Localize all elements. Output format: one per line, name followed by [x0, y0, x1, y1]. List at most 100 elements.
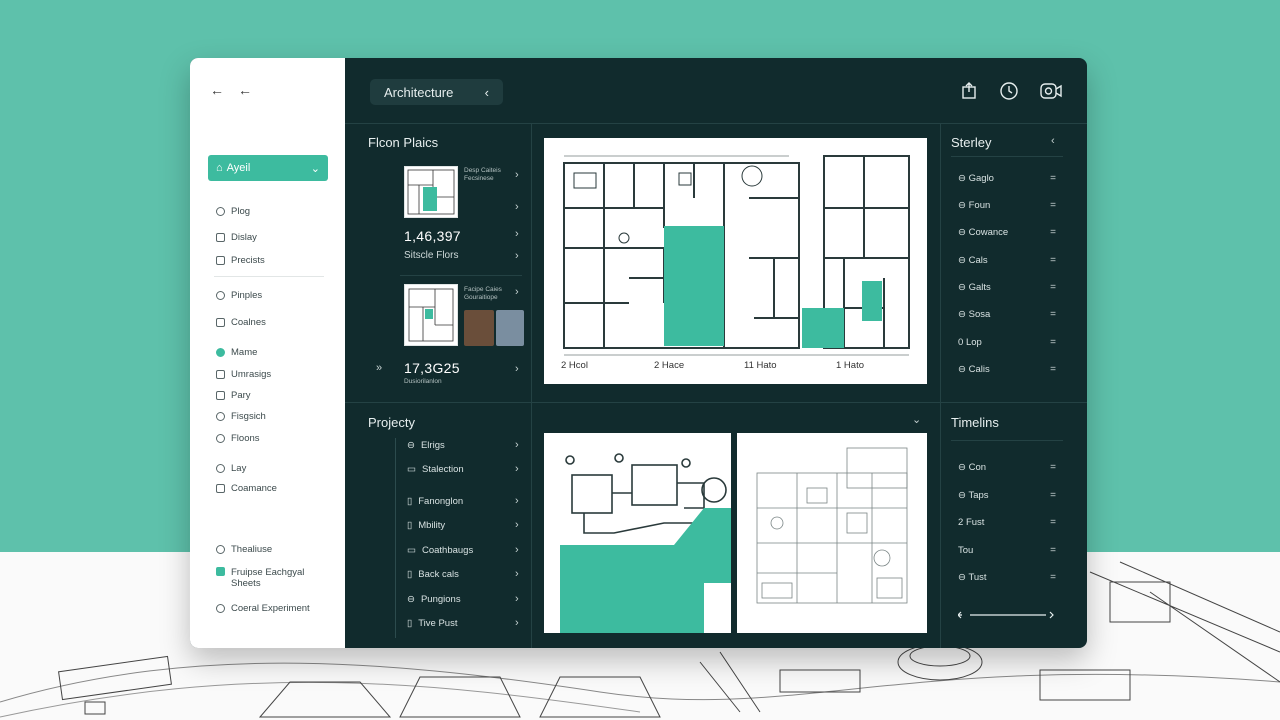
sidebar-item-mame[interactable]: Mame: [216, 347, 257, 358]
sidebar-item-pary[interactable]: Pary: [216, 390, 251, 401]
drag-handle-icon[interactable]: =: [1050, 309, 1056, 320]
sidebar-item-floons[interactable]: Floons: [216, 433, 260, 444]
timeline-item[interactable]: ⊖ Con =: [958, 462, 1056, 473]
sidebar-item-plog[interactable]: Plog: [216, 206, 250, 217]
sidebar-item-dislay[interactable]: Dislay: [216, 232, 257, 243]
chevron-right-icon[interactable]: ›: [515, 519, 519, 531]
plan-count: 17,3G25: [404, 360, 460, 376]
floor-plan-preview[interactable]: [544, 433, 731, 633]
chevron-down-icon: ⌄: [310, 162, 320, 175]
sidebar-item-umrasigs[interactable]: Umrasigs: [216, 369, 271, 380]
list-item[interactable]: ⊖ Cowance =: [958, 227, 1056, 238]
chevron-right-icon[interactable]: ›: [515, 617, 519, 629]
export-icon[interactable]: [959, 81, 979, 101]
chevron-down-icon[interactable]: ⌄: [912, 413, 921, 426]
divider: [345, 123, 1087, 124]
drag-handle-icon[interactable]: =: [1050, 572, 1056, 583]
drag-handle-icon[interactable]: =: [1050, 462, 1056, 473]
plan-count: 1,46,397: [404, 228, 461, 244]
floor-plan-thumbnail[interactable]: [404, 166, 458, 218]
chevron-right-icon[interactable]: ›: [515, 201, 519, 213]
sidebar-item-thealiuse[interactable]: Thealiuse: [216, 544, 272, 555]
plan-label: Sitscle Flors: [404, 250, 459, 261]
list-item[interactable]: ⊖ Sosa =: [958, 309, 1056, 320]
drag-handle-icon[interactable]: =: [1050, 545, 1056, 556]
sidebar-item-sheets[interactable]: Fruipse Eachgyal Sheets: [216, 567, 321, 589]
chevron-right-icon[interactable]: ›: [515, 593, 519, 605]
chevron-left-icon[interactable]: ‹: [1051, 135, 1055, 147]
floor-plan-preview[interactable]: [737, 433, 927, 633]
sidebar-item-experiment[interactable]: Coeral Experiment: [216, 603, 310, 614]
drag-handle-icon[interactable]: =: [1050, 490, 1056, 501]
drag-handle-icon[interactable]: =: [1050, 364, 1056, 375]
clock-icon[interactable]: [999, 81, 1019, 101]
divider: [400, 275, 522, 276]
drag-handle-icon[interactable]: =: [1050, 517, 1056, 528]
double-chevron-icon[interactable]: »: [376, 362, 382, 374]
chevron-right-icon[interactable]: ›: [515, 228, 519, 240]
timeline-slider[interactable]: [957, 608, 1056, 620]
pen-icon: [216, 318, 225, 327]
card-caption: Desp Caiteis Fecsinese: [464, 167, 501, 182]
list-item[interactable]: ⊖ Calis =: [958, 364, 1056, 375]
timeline-item[interactable]: 2 Fust =: [958, 517, 1056, 528]
timeline-item[interactable]: ⊖ Tust =: [958, 572, 1056, 583]
drag-handle-icon[interactable]: =: [1050, 173, 1056, 184]
sidebar-item-coamance[interactable]: Coamance: [216, 483, 277, 494]
floor-plans-title: Flcon Plaics: [368, 135, 439, 150]
sidebar-item-coalnes[interactable]: Coalnes: [216, 317, 266, 328]
chevron-right-icon[interactable]: ›: [515, 250, 519, 262]
chevron-right-icon[interactable]: ›: [515, 363, 519, 375]
timeline-item-label: ⊖ Tust: [958, 572, 987, 583]
box-icon: ▭: [407, 545, 416, 556]
drag-handle-icon[interactable]: =: [1050, 200, 1056, 211]
divider: [951, 440, 1063, 441]
timeline-item[interactable]: Tou =: [958, 545, 1056, 556]
list-item[interactable]: ▭ Coathbaugs: [407, 545, 473, 556]
list-item[interactable]: ▯ Back cals: [407, 569, 459, 580]
project-select[interactable]: ⌂ Ayeil ⌄: [208, 155, 328, 181]
sidebar-item-pinples[interactable]: Pinples: [216, 290, 262, 301]
drag-handle-icon[interactable]: =: [1050, 282, 1056, 293]
photo-thumbnail[interactable]: [496, 310, 524, 346]
timeline-item[interactable]: ⊖ Taps =: [958, 490, 1056, 501]
search-icon: [216, 545, 225, 554]
list-item[interactable]: ⊖ Pungions: [407, 594, 461, 605]
list-item[interactable]: ⊖ Foun =: [958, 200, 1056, 211]
main-floor-plan[interactable]: 2 Hcol 2 Hace 11 Hato 1 Hato: [544, 138, 927, 384]
list-item[interactable]: ⊖ Cals =: [958, 255, 1056, 266]
list-item-label: ⊖ Calis: [958, 364, 990, 375]
list-item[interactable]: ▯ Tive Pust: [407, 618, 457, 629]
timeline-item-label: ⊖ Taps: [958, 490, 989, 501]
box-icon: ▭: [407, 464, 416, 475]
calendar-icon: [216, 484, 225, 493]
drag-handle-icon[interactable]: =: [1050, 227, 1056, 238]
breadcrumb[interactable]: Architecture ‹: [370, 79, 503, 105]
video-icon[interactable]: [1039, 81, 1062, 101]
sidebar-item-fisgsich[interactable]: Fisgsich: [216, 411, 266, 422]
chevron-right-icon[interactable]: ›: [515, 286, 519, 298]
drag-handle-icon[interactable]: =: [1050, 337, 1056, 348]
chevron-right-icon[interactable]: ›: [515, 169, 519, 181]
back-arrow-icon[interactable]: ←: [210, 82, 224, 98]
forward-arrow-icon[interactable]: ←: [238, 82, 252, 98]
chevron-right-icon[interactable]: ›: [515, 568, 519, 580]
list-item[interactable]: ⊖ Elrigs: [407, 440, 445, 451]
floor-plan-thumbnail[interactable]: [404, 284, 458, 346]
chevron-right-icon[interactable]: ›: [515, 544, 519, 556]
list-item[interactable]: ⊖ Galts =: [958, 282, 1056, 293]
list-item[interactable]: 0 Lop =: [958, 337, 1056, 348]
chevron-right-icon[interactable]: ›: [515, 439, 519, 451]
drag-handle-icon[interactable]: =: [1050, 255, 1056, 266]
photo-thumbnail[interactable]: [464, 310, 494, 346]
list-item[interactable]: ⊖ Gaglo =: [958, 173, 1056, 184]
list-item-label: ⊖ Sosa: [958, 309, 991, 320]
list-item[interactable]: ▯ Mbility: [407, 520, 445, 531]
sidebar-item-precists[interactable]: Precists: [216, 255, 265, 266]
list-item[interactable]: ▯ Fanonglon: [407, 496, 463, 507]
sidebar: ← ← ⌂ Ayeil ⌄ Plog Dislay Precists Pinple…: [190, 58, 345, 648]
list-item[interactable]: ▭ Stalection: [407, 464, 464, 475]
sidebar-item-lay[interactable]: Lay: [216, 463, 246, 474]
chevron-right-icon[interactable]: ›: [515, 495, 519, 507]
chevron-right-icon[interactable]: ›: [515, 463, 519, 475]
